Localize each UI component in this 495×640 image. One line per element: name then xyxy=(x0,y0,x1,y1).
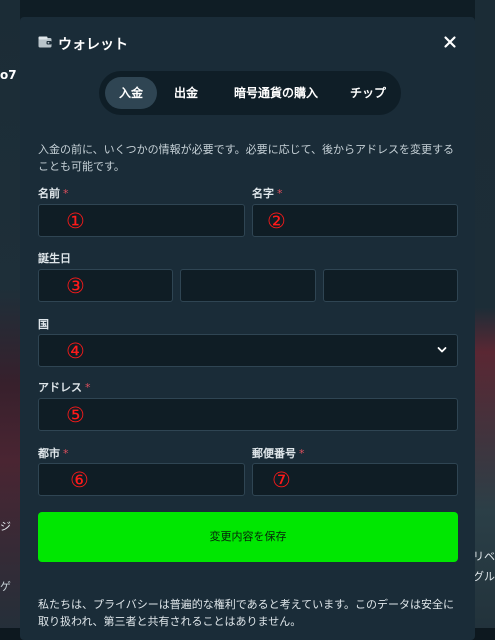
background-text: ジ xyxy=(0,520,11,533)
save-button[interactable]: 変更内容を保存 xyxy=(38,512,458,562)
first-name-label: 名前 * xyxy=(38,187,69,200)
marker-6: ⑥ xyxy=(70,468,89,492)
modal-header: ウォレット xyxy=(20,17,475,67)
intro-text: 入金の前に、いくつかの情報が必要です。必要に応じて、後からアドレスを変更すること… xyxy=(38,143,455,173)
background-text: リベ xyxy=(473,550,495,563)
marker-3: ③ xyxy=(66,274,85,298)
background-text: ゲ xyxy=(0,580,11,593)
wallet-icon xyxy=(38,36,52,48)
marker-1: ① xyxy=(66,209,85,233)
tab-bar: 入金 出金 暗号通貨の購入 チップ xyxy=(99,71,401,115)
required-mark: * xyxy=(85,381,91,394)
background-text: o7 xyxy=(0,68,17,82)
chevron-down-icon xyxy=(437,347,447,353)
birthdate-label: 誕生日 xyxy=(38,252,71,265)
close-icon[interactable] xyxy=(441,33,459,51)
required-mark: * xyxy=(63,447,69,460)
country-select[interactable]: ④ xyxy=(38,334,458,367)
marker-7: ⑦ xyxy=(272,468,291,492)
birth-month-field[interactable] xyxy=(180,269,316,302)
postal-code-field[interactable]: ⑦ xyxy=(252,463,458,496)
marker-4: ④ xyxy=(66,339,85,363)
tab-withdraw[interactable]: 出金 xyxy=(161,77,211,109)
background-text: グル xyxy=(473,570,495,583)
required-mark: * xyxy=(299,447,305,460)
birth-year-field[interactable] xyxy=(323,269,458,302)
last-name-label: 名字 * xyxy=(252,187,283,200)
address-field[interactable]: ⑤ xyxy=(38,398,458,431)
tab-deposit[interactable]: 入金 xyxy=(105,77,157,109)
first-name-field[interactable]: ① xyxy=(38,204,245,237)
tab-buy-crypto[interactable]: 暗号通貨の購入 xyxy=(215,77,337,109)
tab-tip[interactable]: チップ xyxy=(339,77,397,109)
address-label: アドレス * xyxy=(38,381,91,394)
postal-code-label: 郵便番号 * xyxy=(252,447,305,460)
background-right xyxy=(475,0,495,640)
country-label: 国 xyxy=(38,318,49,331)
required-mark: * xyxy=(277,187,283,200)
marker-5: ⑤ xyxy=(66,403,85,427)
background-left xyxy=(0,0,20,640)
required-mark: * xyxy=(63,187,69,200)
marker-2: ② xyxy=(267,209,286,233)
city-label: 都市 * xyxy=(38,447,69,460)
city-field[interactable]: ⑥ xyxy=(38,463,245,496)
last-name-field[interactable]: ② xyxy=(252,204,458,237)
modal-title: ウォレット xyxy=(58,37,128,53)
wallet-modal: ウォレット 入金 出金 暗号通貨の購入 チップ 入金の前に、いくつかの情報が必要… xyxy=(20,17,475,640)
privacy-text: 私たちは、プライバシーは普遍的な権利であると考えています。このデータは安全に取り… xyxy=(38,598,455,628)
birth-day-field[interactable]: ③ xyxy=(38,269,173,302)
